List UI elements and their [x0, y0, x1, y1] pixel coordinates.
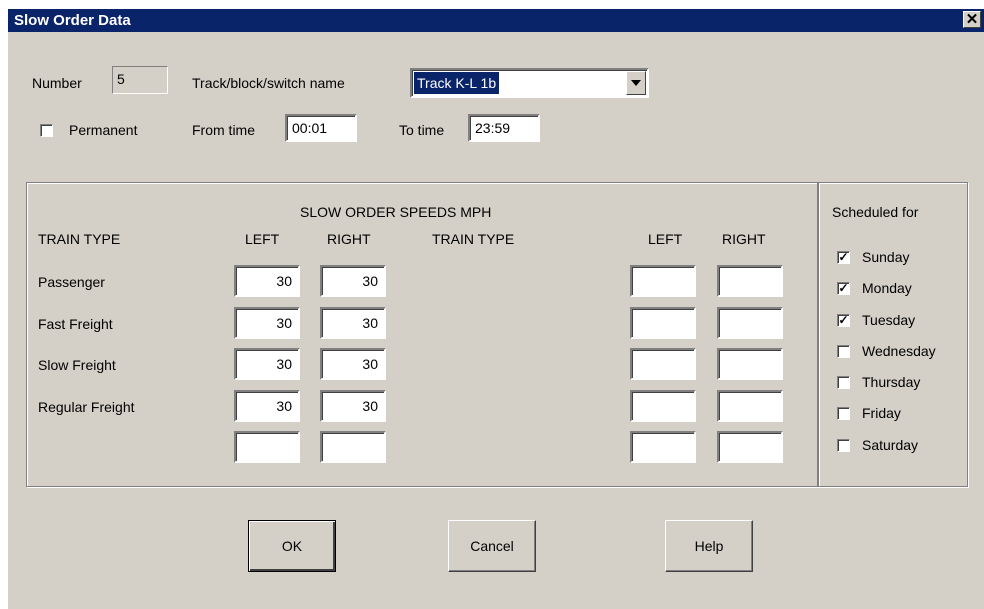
saturday-checkbox[interactable]	[837, 439, 850, 452]
right-speed-input-2[interactable]	[717, 265, 783, 297]
right-speed-input[interactable]	[320, 431, 386, 463]
sunday-label: Sunday	[862, 249, 910, 265]
right-speed-input[interactable]: 30	[320, 265, 386, 297]
left-speed-input-2[interactable]	[630, 431, 696, 463]
right-speed-input[interactable]: 30	[320, 390, 386, 422]
monday-checkbox[interactable]: ✓	[837, 282, 850, 295]
left-speed-input-2[interactable]	[630, 307, 696, 339]
number-value: 5	[117, 71, 125, 87]
left-speed-input-2[interactable]	[630, 348, 696, 380]
left-speed-input[interactable]: 30	[234, 307, 300, 339]
right-speed-input-2[interactable]	[717, 307, 783, 339]
schedule-heading: Scheduled for	[832, 204, 919, 220]
col-left-header-2: LEFT	[648, 231, 683, 247]
to-time-label: To time	[399, 122, 445, 138]
left-speed-input[interactable]: 30	[234, 265, 300, 297]
col-left-header: LEFT	[245, 231, 280, 247]
to-time-input[interactable]: 23:59	[468, 114, 540, 142]
speed-value: 30	[276, 356, 292, 372]
from-time-value: 00:01	[292, 120, 328, 136]
from-time-label: From time	[192, 122, 255, 138]
speed-value: 30	[362, 273, 378, 289]
speeds-heading: SLOW ORDER SPEEDS MPH	[300, 204, 492, 220]
number-field: 5	[112, 66, 168, 94]
speed-value: 30	[276, 398, 292, 414]
saturday-label: Saturday	[862, 437, 919, 453]
slow-order-dialog: Slow Order Data ✕ Number 5 Track/block/s…	[0, 0, 984, 609]
window-title: Slow Order Data	[14, 12, 131, 29]
col-right-header: RIGHT	[327, 231, 371, 247]
cancel-button[interactable]: Cancel	[448, 520, 536, 572]
train-type-label: Passenger	[38, 274, 105, 290]
wednesday-checkbox[interactable]	[837, 345, 850, 358]
left-speed-input-2[interactable]	[630, 390, 696, 422]
friday-checkbox[interactable]	[837, 407, 850, 420]
close-icon: ✕	[965, 11, 979, 28]
right-speed-input-2[interactable]	[717, 390, 783, 422]
right-speed-input-2[interactable]	[717, 431, 783, 463]
thursday-label: Thursday	[862, 374, 921, 390]
left-speed-input[interactable]: 30	[234, 390, 300, 422]
help-button[interactable]: Help	[665, 520, 753, 572]
speed-value: 30	[276, 315, 292, 331]
right-speed-input[interactable]: 30	[320, 348, 386, 380]
col-right-header-2: RIGHT	[722, 231, 766, 247]
to-time-value: 23:59	[475, 120, 511, 136]
number-label: Number	[32, 75, 82, 91]
checkmark-icon: ✓	[838, 281, 849, 295]
train-type-label: Slow Freight	[38, 357, 116, 373]
monday-label: Monday	[862, 280, 912, 296]
right-speed-input-2[interactable]	[717, 348, 783, 380]
left-speed-input-2[interactable]	[630, 265, 696, 297]
permanent-label: Permanent	[69, 122, 138, 138]
speed-value: 30	[362, 398, 378, 414]
tuesday-label: Tuesday	[862, 312, 916, 328]
wednesday-label: Wednesday	[862, 343, 936, 359]
checkmark-icon: ✓	[838, 313, 849, 327]
tuesday-checkbox[interactable]: ✓	[837, 314, 850, 327]
train-type-label: Fast Freight	[38, 316, 113, 332]
thursday-checkbox[interactable]	[837, 376, 850, 389]
speed-value: 30	[362, 315, 378, 331]
from-time-input[interactable]: 00:01	[285, 114, 357, 142]
speed-value: 30	[362, 356, 378, 372]
close-button[interactable]: ✕	[963, 11, 981, 28]
dialog-body: Number 5 Track/block/switch name Track K…	[8, 32, 984, 609]
track-select-value: Track K-L 1b	[412, 71, 501, 95]
col-train-type-left: TRAIN TYPE	[38, 231, 121, 247]
left-speed-input[interactable]: 30	[234, 348, 300, 380]
track-select[interactable]: Track K-L 1b	[410, 68, 649, 98]
track-dropdown-button[interactable]	[626, 71, 646, 95]
speeds-group	[26, 182, 818, 487]
left-speed-input[interactable]	[234, 431, 300, 463]
track-label: Track/block/switch name	[192, 75, 345, 91]
chevron-down-icon	[631, 80, 641, 86]
friday-label: Friday	[862, 405, 901, 421]
permanent-checkbox[interactable]	[40, 124, 53, 137]
title-bar[interactable]: Slow Order Data ✕	[8, 9, 984, 32]
speed-value: 30	[276, 273, 292, 289]
train-type-label: Regular Freight	[38, 399, 135, 415]
checkmark-icon: ✓	[838, 250, 849, 264]
ok-button[interactable]: OK	[248, 520, 336, 572]
right-speed-input[interactable]: 30	[320, 307, 386, 339]
sunday-checkbox[interactable]: ✓	[837, 251, 850, 264]
col-train-type-right: TRAIN TYPE	[432, 231, 515, 247]
